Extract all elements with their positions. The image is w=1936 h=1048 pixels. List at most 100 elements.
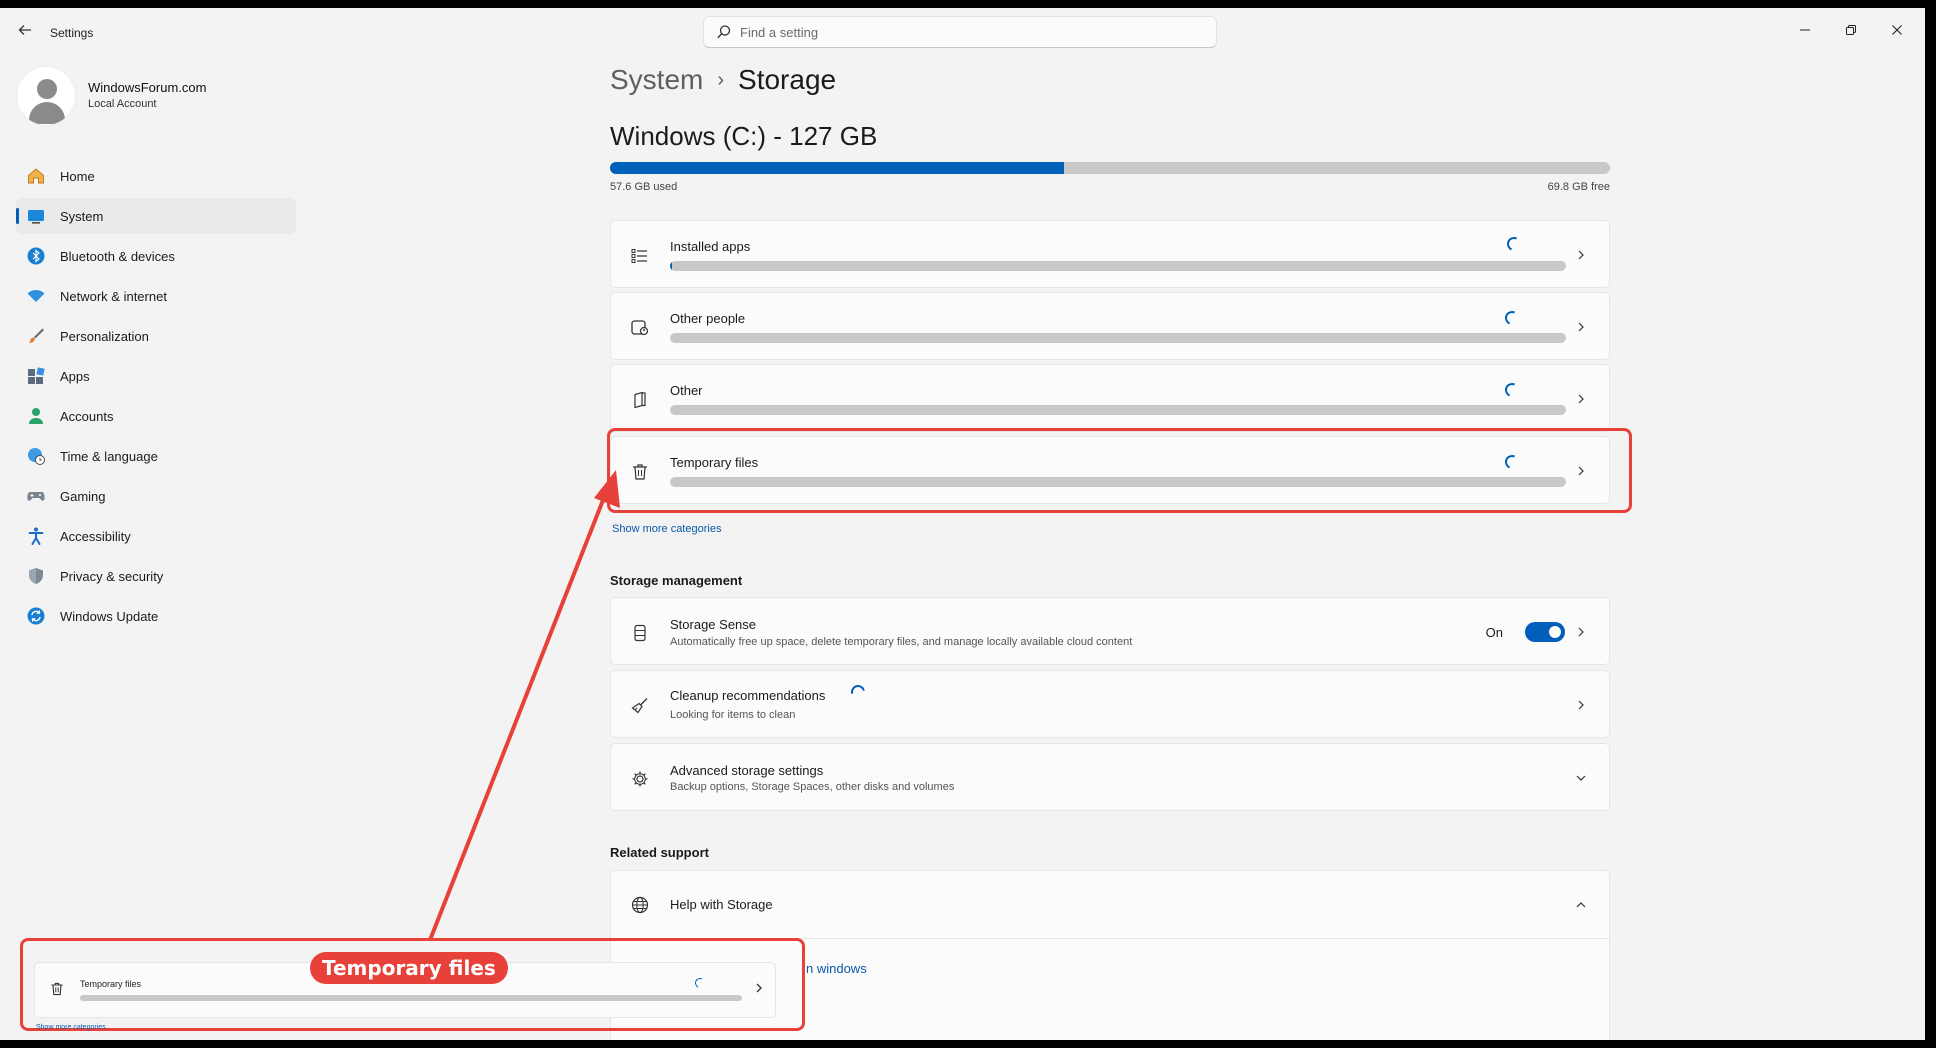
annotation-label: Temporary files xyxy=(310,952,508,984)
minimize-button[interactable] xyxy=(1782,14,1828,46)
breadcrumb: System › Storage xyxy=(610,64,836,96)
sidebar-item-bluetooth[interactable]: Bluetooth & devices xyxy=(16,238,296,274)
category-title: Other xyxy=(670,383,703,398)
sidebar-item-label: Gaming xyxy=(60,488,106,504)
storage-sense-card[interactable]: Storage Sense Automatically free up spac… xyxy=(610,597,1610,665)
chevron-down-icon xyxy=(1573,770,1589,786)
sidebar-item-windows-update[interactable]: Windows Update xyxy=(16,598,296,634)
list-icon xyxy=(629,245,651,267)
restore-icon xyxy=(1846,25,1856,35)
person-icon xyxy=(26,406,46,426)
highlight-box-temporary-files xyxy=(607,428,1632,513)
sidebar-item-home[interactable]: Home xyxy=(16,158,296,194)
chevron-up-icon xyxy=(1573,897,1589,913)
search-box[interactable] xyxy=(703,16,1217,48)
drive-free-label: 69.8 GB free xyxy=(1547,181,1610,193)
advanced-storage-title: Advanced storage settings xyxy=(670,763,824,778)
monitor-icon xyxy=(26,206,46,226)
help-with-storage-header[interactable]: Help with Storage xyxy=(611,871,1609,939)
help-link[interactable]: n windows xyxy=(806,961,867,976)
sidebar-item-label: Privacy & security xyxy=(60,568,164,584)
sidebar-item-system[interactable]: System xyxy=(16,198,296,234)
help-with-storage-title: Help with Storage xyxy=(670,897,773,912)
sidebar-item-accounts[interactable]: Accounts xyxy=(16,398,296,434)
category-usage-bar xyxy=(670,333,1566,343)
accessibility-icon xyxy=(26,526,46,546)
avatar xyxy=(16,66,76,126)
related-support-heading: Related support xyxy=(610,845,709,860)
loading-spinner-icon xyxy=(848,682,868,702)
settings-window: Settings WindowsForum.com Local Account xyxy=(0,8,1925,1040)
zoomed-card-title: Temporary files xyxy=(80,979,142,989)
category-installed-apps[interactable]: Installed apps xyxy=(610,220,1610,288)
back-arrow-icon xyxy=(18,25,31,35)
close-button[interactable] xyxy=(1874,14,1920,46)
shield-icon xyxy=(26,566,46,586)
chevron-right-icon xyxy=(1573,247,1589,263)
globe-icon xyxy=(629,894,651,916)
chevron-right-icon xyxy=(1573,697,1589,713)
sidebar-item-label: Network & internet xyxy=(60,288,167,304)
restore-button[interactable] xyxy=(1828,14,1874,46)
sidebar-item-label: Accessibility xyxy=(60,528,131,544)
close-icon xyxy=(1892,25,1902,35)
bluetooth-icon xyxy=(26,246,46,266)
sidebar-item-apps[interactable]: Apps xyxy=(16,358,296,394)
chevron-right-icon xyxy=(1573,319,1589,335)
show-more-categories-link[interactable]: Show more categories xyxy=(612,523,721,535)
drive-icon xyxy=(629,622,651,644)
storage-sense-toggle[interactable] xyxy=(1525,622,1565,642)
breadcrumb-parent[interactable]: System xyxy=(610,64,703,95)
document-icon xyxy=(629,389,651,411)
search-icon xyxy=(717,25,731,39)
advanced-storage-settings-card[interactable]: Advanced storage settings Backup options… xyxy=(610,743,1610,811)
title-bar: Settings xyxy=(0,8,1925,56)
drive-usage-fill xyxy=(610,162,1064,174)
loading-spinner-icon xyxy=(693,976,707,990)
sidebar-item-label: System xyxy=(60,208,104,224)
cleanup-recommendations-card[interactable]: Cleanup recommendations Looking for item… xyxy=(610,670,1610,738)
profile-name: WindowsForum.com xyxy=(88,80,207,95)
search-input[interactable] xyxy=(740,22,1200,42)
sidebar-item-privacy-security[interactable]: Privacy & security xyxy=(16,558,296,594)
sidebar-item-network[interactable]: Network & internet xyxy=(16,278,296,314)
category-title: Other people xyxy=(670,311,746,326)
sidebar-item-label: Personalization xyxy=(60,328,149,344)
drive-used-label: 57.6 GB used xyxy=(610,181,678,193)
loading-spinner-icon xyxy=(1505,235,1523,253)
category-usage-bar xyxy=(670,405,1566,415)
profile-account-type: Local Account xyxy=(88,98,157,110)
drive-title: Windows (C:) - 127 GB xyxy=(610,121,878,151)
home-icon xyxy=(26,166,46,186)
storage-management-heading: Storage management xyxy=(610,573,743,588)
category-other[interactable]: Other xyxy=(610,364,1610,432)
apps-icon xyxy=(26,366,46,386)
chevron-right-icon xyxy=(1573,391,1589,407)
sidebar-item-label: Windows Update xyxy=(60,608,159,624)
loading-spinner-icon xyxy=(1503,309,1521,327)
back-button[interactable] xyxy=(14,22,36,44)
chevron-right-icon xyxy=(756,983,762,993)
zoomed-show-more-link: Show more categories xyxy=(36,1024,106,1031)
advanced-storage-description: Backup options, Storage Spaces, other di… xyxy=(670,781,955,793)
sidebar-item-time-language[interactable]: Time & language xyxy=(16,438,296,474)
storage-sense-title: Storage Sense xyxy=(670,617,757,632)
minimize-icon xyxy=(1800,29,1810,31)
broom-icon xyxy=(629,695,651,717)
sidebar-item-label: Apps xyxy=(60,368,90,384)
people-icon xyxy=(629,317,651,339)
sidebar-nav: Home System Bluetooth & devices Network … xyxy=(16,158,296,638)
sidebar-item-label: Home xyxy=(60,168,95,184)
gear-icon xyxy=(629,768,651,790)
cleanup-description: Looking for items to clean xyxy=(670,709,796,721)
sidebar-item-label: Accounts xyxy=(60,408,114,424)
sidebar-item-accessibility[interactable]: Accessibility xyxy=(16,518,296,554)
sidebar-item-gaming[interactable]: Gaming xyxy=(16,478,296,514)
update-icon xyxy=(26,606,46,626)
breadcrumb-separator: › xyxy=(717,69,725,91)
sidebar-item-personalization[interactable]: Personalization xyxy=(16,318,296,354)
app-title: Settings xyxy=(50,26,94,40)
category-other-people[interactable]: Other people xyxy=(610,292,1610,360)
chevron-right-icon xyxy=(1573,624,1589,640)
brush-icon xyxy=(26,326,46,346)
